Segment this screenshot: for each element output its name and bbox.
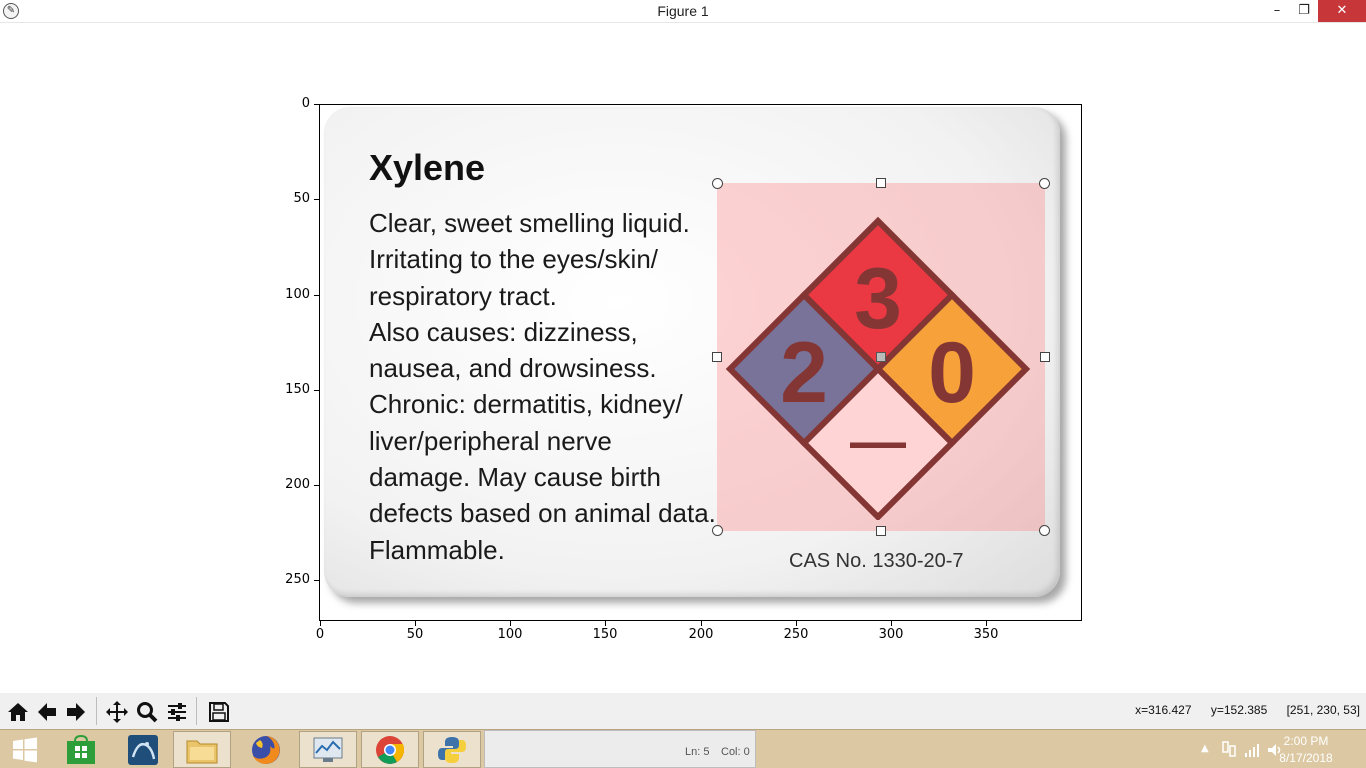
network-icon[interactable]: [1221, 740, 1237, 762]
edge-handle[interactable]: [712, 352, 722, 362]
store-icon[interactable]: [52, 731, 110, 768]
x-tick-mark: [320, 621, 321, 626]
y-tick-label: 250: [285, 572, 310, 587]
system-tray: ▲ 2:00 PM 8/17/2018: [1186, 730, 1366, 768]
x-tick-label: 250: [783, 627, 809, 642]
cas-number: CAS No. 1330-20-7: [789, 550, 964, 572]
toolbar-separator: [196, 697, 197, 725]
save-icon[interactable]: [205, 698, 232, 725]
y-tick-label: 50: [293, 191, 310, 206]
cursor-x: x=316.427: [1135, 703, 1192, 717]
close-button[interactable]: ✕: [1318, 0, 1366, 22]
editor-status-bar: Ln: 5 Col: 0: [484, 730, 756, 768]
navigation-toolbar: x=316.427 y=152.385 [251, 230, 53]: [0, 693, 1366, 729]
chemical-name: Xylene: [369, 147, 486, 188]
x-tick-label: 300: [878, 627, 904, 642]
corner-handle[interactable]: [712, 525, 723, 536]
signal-icon[interactable]: [1244, 742, 1260, 761]
clock-date[interactable]: 8/17/2018: [1266, 751, 1346, 765]
windows-taskbar: Ln: 5 Col: 0 ▲ 2:00 PM 8/17/2018: [0, 729, 1366, 768]
editor-line: Ln: 5: [685, 746, 710, 758]
x-tick-label: 350: [973, 627, 999, 642]
x-tick-mark: [891, 621, 892, 626]
x-tick-label: 150: [592, 627, 618, 642]
x-tick-mark: [701, 621, 702, 626]
edge-handle[interactable]: [876, 526, 886, 536]
cursor-y: y=152.385: [1210, 703, 1268, 717]
description-line: Flammable.: [369, 534, 505, 565]
y-tick-label: 0: [301, 96, 310, 111]
cursor-readout: x=316.427 y=152.385 [251, 230, 53]: [1119, 703, 1360, 717]
x-tick-label: 50: [406, 627, 424, 642]
x-tick-mark: [986, 621, 987, 626]
firefox-icon[interactable]: [237, 731, 295, 768]
zoom-icon[interactable]: [133, 698, 160, 725]
system-monitor-icon[interactable]: [299, 731, 357, 768]
clock-time[interactable]: 2:00 PM: [1266, 734, 1346, 748]
windows-start-icon[interactable]: [0, 731, 50, 768]
python-icon[interactable]: [423, 731, 481, 768]
window-title: Figure 1: [657, 3, 709, 19]
edge-handle[interactable]: [1040, 352, 1050, 362]
y-tick-label: 200: [285, 477, 310, 492]
center-handle[interactable]: [876, 352, 886, 362]
pixel-rgb: [251, 230, 53]: [1286, 703, 1360, 717]
show-hidden-icons-icon[interactable]: ▲: [1201, 743, 1209, 754]
mysql-workbench-icon[interactable]: [114, 731, 172, 768]
x-tick-label: 200: [688, 627, 714, 642]
home-icon[interactable]: [4, 698, 31, 725]
x-tick-mark: [510, 621, 511, 626]
toolbar-separator: [96, 697, 97, 725]
edge-handle[interactable]: [876, 178, 886, 188]
forward-icon[interactable]: [62, 698, 89, 725]
x-tick-label: 100: [497, 627, 523, 642]
figure-canvas[interactable]: 0 50 100 150 200 250 0 50 100 150 200 25…: [0, 23, 1366, 693]
corner-handle[interactable]: [1039, 178, 1050, 189]
plot-axes[interactable]: Xylene Clear, sweet smelling liquid. Irr…: [319, 104, 1082, 621]
file-explorer-icon[interactable]: [173, 731, 231, 768]
y-tick-label: 150: [285, 382, 310, 397]
y-tick-label: 100: [285, 287, 310, 302]
editor-column: Col: 0: [721, 746, 750, 758]
chrome-icon[interactable]: [361, 731, 419, 768]
corner-handle[interactable]: [1039, 525, 1050, 536]
title-bar: ✎ Figure 1 – ❐ ✕: [0, 0, 1366, 23]
x-tick-mark: [796, 621, 797, 626]
subplots-icon[interactable]: [163, 698, 190, 725]
pan-icon[interactable]: [103, 698, 130, 725]
x-tick-mark: [605, 621, 606, 626]
x-tick-label: 0: [315, 627, 325, 642]
back-icon[interactable]: [33, 698, 60, 725]
x-tick-mark: [415, 621, 416, 626]
corner-handle[interactable]: [712, 178, 723, 189]
